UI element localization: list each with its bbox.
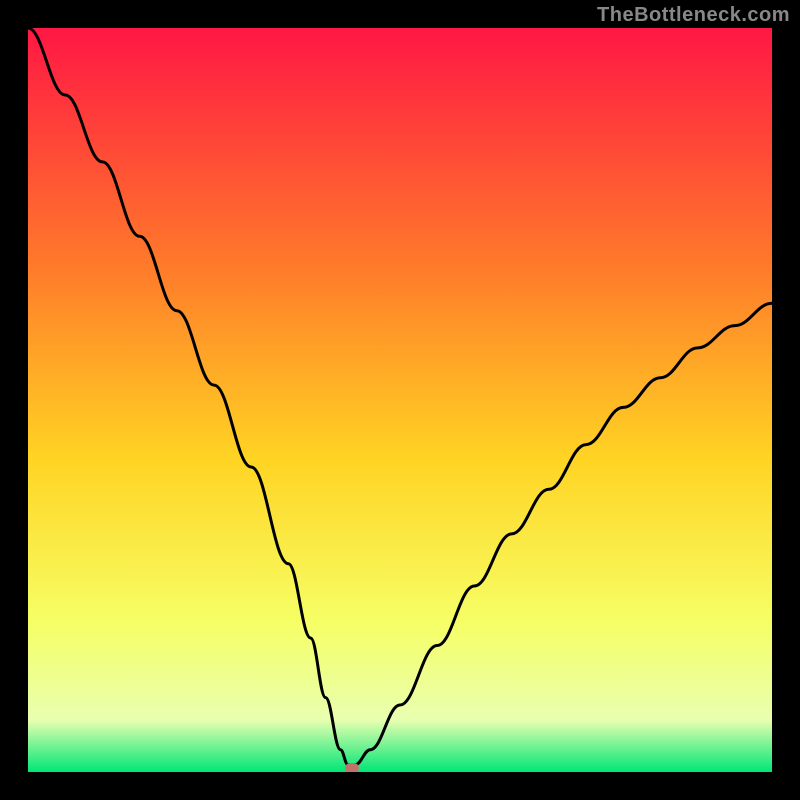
chart-frame: TheBottleneck.com — [0, 0, 800, 800]
plot-svg — [28, 28, 772, 772]
optimal-point-marker — [345, 763, 359, 772]
watermark-text: TheBottleneck.com — [597, 4, 790, 27]
plot-area — [28, 28, 772, 772]
gradient-background — [28, 28, 772, 772]
